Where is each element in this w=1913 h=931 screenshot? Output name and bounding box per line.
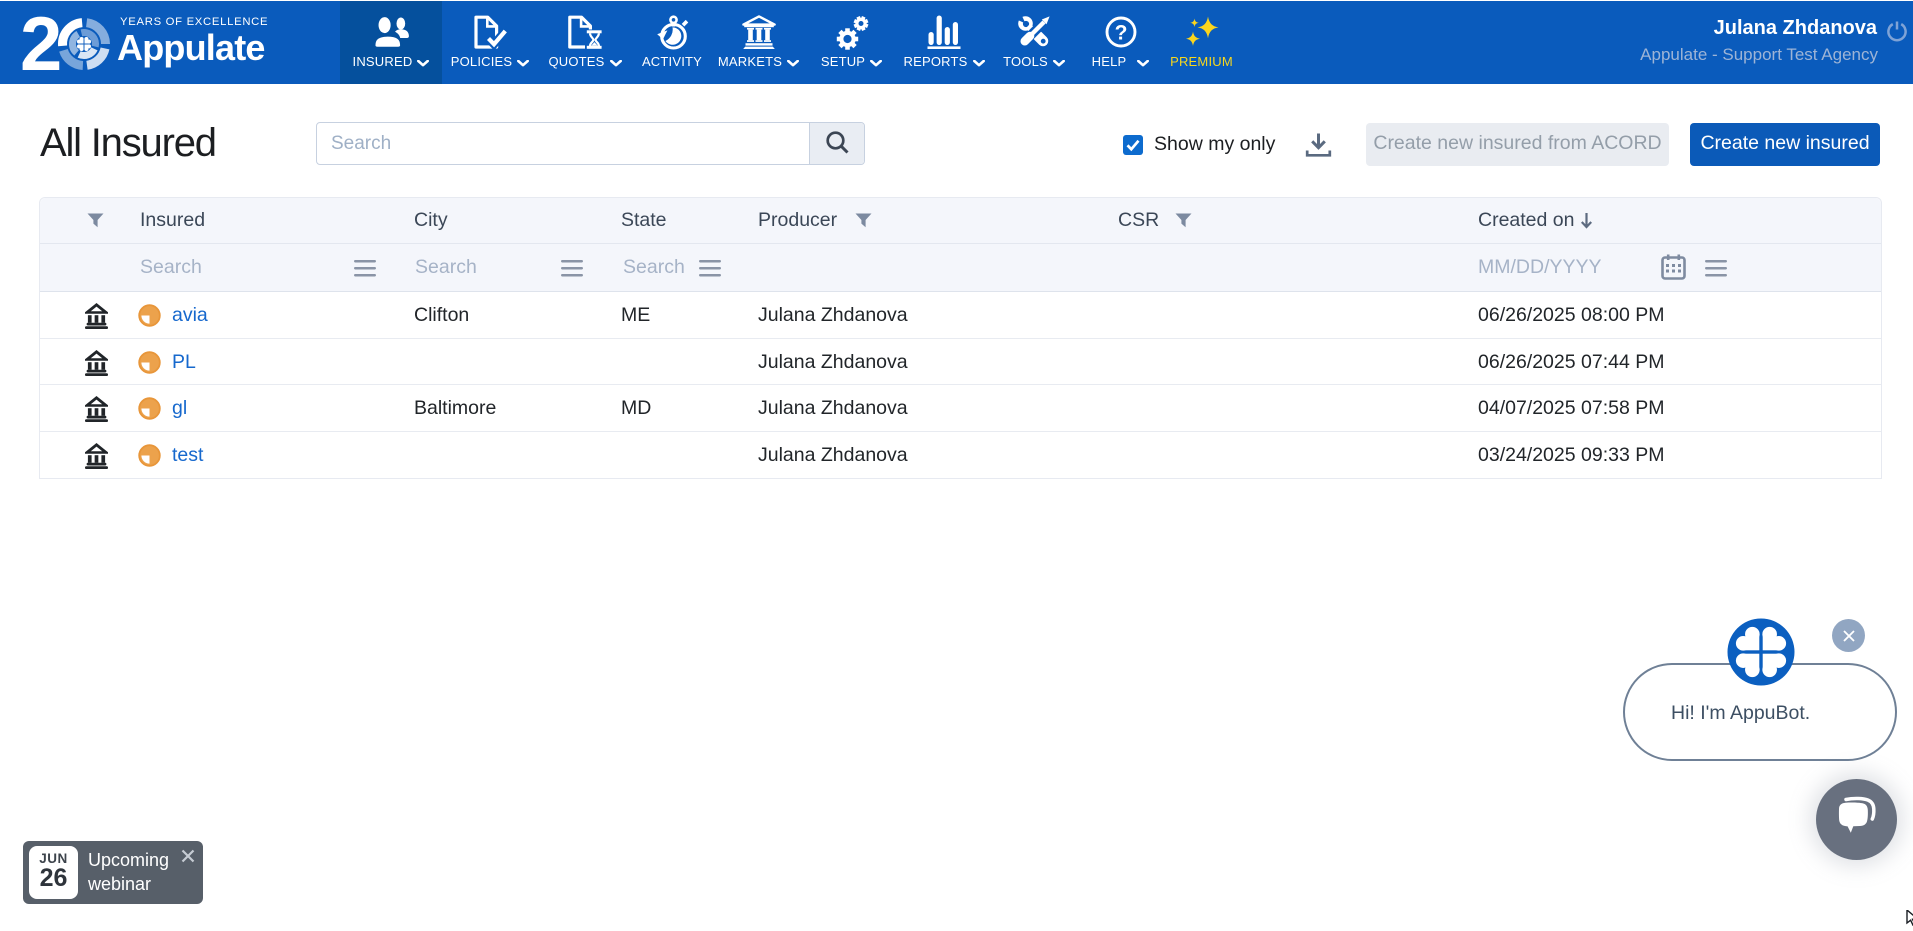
svg-text:?: ? bbox=[1114, 22, 1127, 45]
